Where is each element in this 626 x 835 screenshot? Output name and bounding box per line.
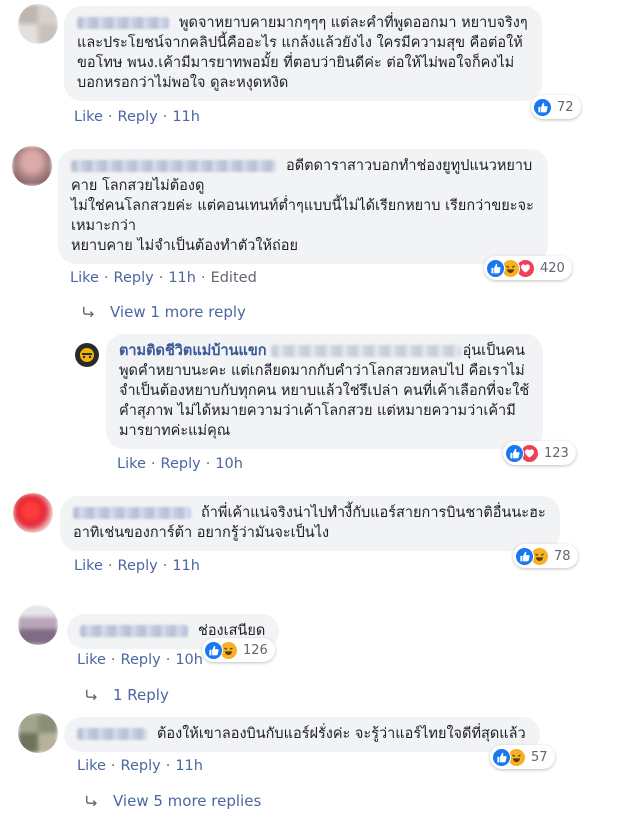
comment-author[interactable]: ตามติดชีวิตแม่บ้านแขก bbox=[119, 343, 267, 359]
reply-arrow-icon bbox=[83, 306, 94, 318]
comment-text: อดีตดาราสาวบอกทำช่องยูทูปแนวหยาบ bbox=[286, 158, 533, 174]
comment-bubble: อดีตดาราสาวบอกทำช่องยูทูปแนวหยาบ คาย โลก… bbox=[58, 149, 548, 264]
comment-text: พูดคำหยาบนะคะ แต่เกลียดมากกับคำว่าโลกสวย… bbox=[119, 363, 525, 379]
like-link[interactable]: Like bbox=[70, 270, 99, 286]
timestamp[interactable]: 10h bbox=[215, 456, 243, 472]
reply-link[interactable]: Reply bbox=[161, 456, 201, 472]
commenter-name-blurred[interactable] bbox=[73, 507, 191, 519]
like-link[interactable]: Like bbox=[117, 456, 146, 472]
comment-actions: Like · Reply · 11h bbox=[74, 109, 200, 125]
view-more-label: View 5 more replies bbox=[113, 792, 262, 810]
comment-actions: Like · Reply · 10h bbox=[117, 456, 243, 472]
view-more-replies-link[interactable]: View 1 more reply bbox=[82, 303, 246, 321]
reply-arrow-icon bbox=[86, 795, 97, 807]
reaction-count: 420 bbox=[540, 260, 565, 276]
comment-bubble: ตามติดชีวิตแม่บ้านแขก อุ่นเป็นคน พูดคำหยา… bbox=[106, 334, 544, 449]
avatar[interactable] bbox=[12, 146, 52, 186]
comment-text: มารยาทค่ะแม่คุณ bbox=[119, 423, 231, 439]
like-icon bbox=[492, 747, 511, 767]
reaction-count: 78 bbox=[554, 548, 571, 564]
comment-text: ถ้าพี่เค้าแน่จริงน่าไปทำงี้กับแอร์สายการ… bbox=[201, 505, 546, 521]
reply-link[interactable]: Reply bbox=[121, 652, 161, 668]
commenter-name-blurred[interactable] bbox=[71, 160, 276, 172]
reaction-summary[interactable]: 123 bbox=[503, 441, 576, 465]
reply-link[interactable]: Reply bbox=[114, 270, 154, 286]
like-icon bbox=[486, 258, 505, 278]
reply-link[interactable]: Reply bbox=[118, 558, 158, 574]
comment-bubble: พูดจาหยาบคายมากๆๆๆ แต่ละคำที่พูดออกมา หย… bbox=[64, 6, 542, 101]
timestamp[interactable]: 11h bbox=[168, 270, 196, 286]
comment-text: และประโยชน์จากคลิปนี้คืออะไร แกล้งแล้วยั… bbox=[77, 35, 523, 51]
like-link[interactable]: Like bbox=[74, 558, 103, 574]
reaction-summary[interactable]: 72 bbox=[531, 95, 581, 119]
mentioned-name-blurred[interactable] bbox=[270, 345, 461, 357]
comment-text: เหมาะกว่า bbox=[71, 218, 137, 234]
like-icon bbox=[515, 546, 534, 566]
reply-arrow-icon bbox=[86, 689, 97, 701]
commenter-name-blurred[interactable] bbox=[77, 728, 147, 740]
commenter-name-blurred[interactable] bbox=[80, 625, 188, 637]
comment-text: คาย โลกสวยไม่ต้องดู bbox=[71, 178, 205, 194]
timestamp[interactable]: 11h bbox=[175, 758, 203, 774]
reaction-count: 126 bbox=[243, 642, 268, 658]
avatar[interactable] bbox=[18, 4, 58, 44]
reply-link[interactable]: Reply bbox=[121, 758, 161, 774]
reaction-summary[interactable]: 126 bbox=[202, 638, 275, 662]
like-icon bbox=[204, 640, 223, 660]
view-more-replies-link[interactable]: View 5 more replies bbox=[85, 792, 261, 810]
comment-bubble: ต้องให้เขาลองบินกับแอร์ฝรั่งค่ะ จะรู้ว่า… bbox=[64, 717, 540, 752]
commenter-name-blurred[interactable] bbox=[77, 17, 169, 29]
view-more-label: View 1 more reply bbox=[110, 303, 246, 321]
comment-actions: Like · Reply · 11h bbox=[74, 558, 200, 574]
comment-text: พูดจาหยาบคายมากๆๆๆ แต่ละคำที่พูดออกมา หย… bbox=[179, 15, 528, 31]
like-link[interactable]: Like bbox=[77, 758, 106, 774]
like-link[interactable]: Like bbox=[77, 652, 106, 668]
comment-text: บอกหรอกว่าไม่พอใจ ดูละหงุดหงิด bbox=[77, 75, 289, 91]
comment-text: ไม่ใช่คนโลกสวยค่ะ แต่คอนเทนท์ต่ำๆแบบนี้ไ… bbox=[71, 198, 534, 214]
page-logo-icon bbox=[80, 348, 94, 362]
reaction-count: 72 bbox=[557, 99, 574, 115]
comment-text: ขอโทษ พนง.เค้ามีมารยาทพอมั้ย ที่ตอบว่ายิ… bbox=[77, 55, 515, 71]
comment-text: หยาบคาย ไม่จำเป็นต้องทำตัวให้ถ่อย bbox=[71, 238, 298, 254]
comment-text: ต้องให้เขาลองบินกับแอร์ฝรั่งค่ะ จะรู้ว่า… bbox=[157, 726, 526, 742]
comment-actions: Like · Reply · 11h · Edited bbox=[70, 270, 257, 286]
reply-link[interactable]: Reply bbox=[118, 109, 158, 125]
reaction-count: 123 bbox=[544, 445, 569, 461]
reaction-count: 57 bbox=[531, 749, 548, 765]
timestamp[interactable]: 11h bbox=[172, 558, 200, 574]
comment-text: จำเป็นต้องหยาบกับทุกคน หยาบแล้วใช่รึเปล่… bbox=[119, 383, 530, 399]
comment-text: อาทิเช่นของการ์ต้า อยากรู้ว่ามันจะเป็นไง bbox=[73, 525, 330, 541]
page-avatar[interactable] bbox=[75, 343, 99, 367]
comment-actions: Like · Reply · 11h bbox=[77, 758, 203, 774]
timestamp[interactable]: 11h bbox=[172, 109, 200, 125]
comment-text: อุ่นเป็นคน bbox=[462, 343, 525, 359]
avatar[interactable] bbox=[13, 493, 53, 533]
avatar[interactable] bbox=[18, 713, 58, 753]
edited-label[interactable]: Edited bbox=[211, 270, 257, 286]
reaction-summary[interactable]: 420 bbox=[484, 256, 572, 280]
comment-bubble: ถ้าพี่เค้าแน่จริงน่าไปทำงี้กับแอร์สายการ… bbox=[60, 496, 560, 551]
comment-text: ช่องเสนียด bbox=[198, 623, 266, 639]
view-more-label: 1 Reply bbox=[113, 686, 169, 704]
comment-text: คำสุภาพ ไม่ได้หมายความว่าเค้าโลกสวย แต่ห… bbox=[119, 403, 516, 419]
view-replies-link[interactable]: 1 Reply bbox=[85, 686, 169, 704]
timestamp[interactable]: 10h bbox=[175, 652, 203, 668]
comment-actions: Like · Reply · 10h bbox=[77, 652, 203, 668]
like-link[interactable]: Like bbox=[74, 109, 103, 125]
reaction-summary[interactable]: 57 bbox=[490, 745, 555, 769]
avatar[interactable] bbox=[18, 605, 58, 645]
like-icon bbox=[505, 443, 524, 463]
reaction-summary[interactable]: 78 bbox=[513, 544, 578, 568]
like-icon bbox=[533, 97, 552, 117]
